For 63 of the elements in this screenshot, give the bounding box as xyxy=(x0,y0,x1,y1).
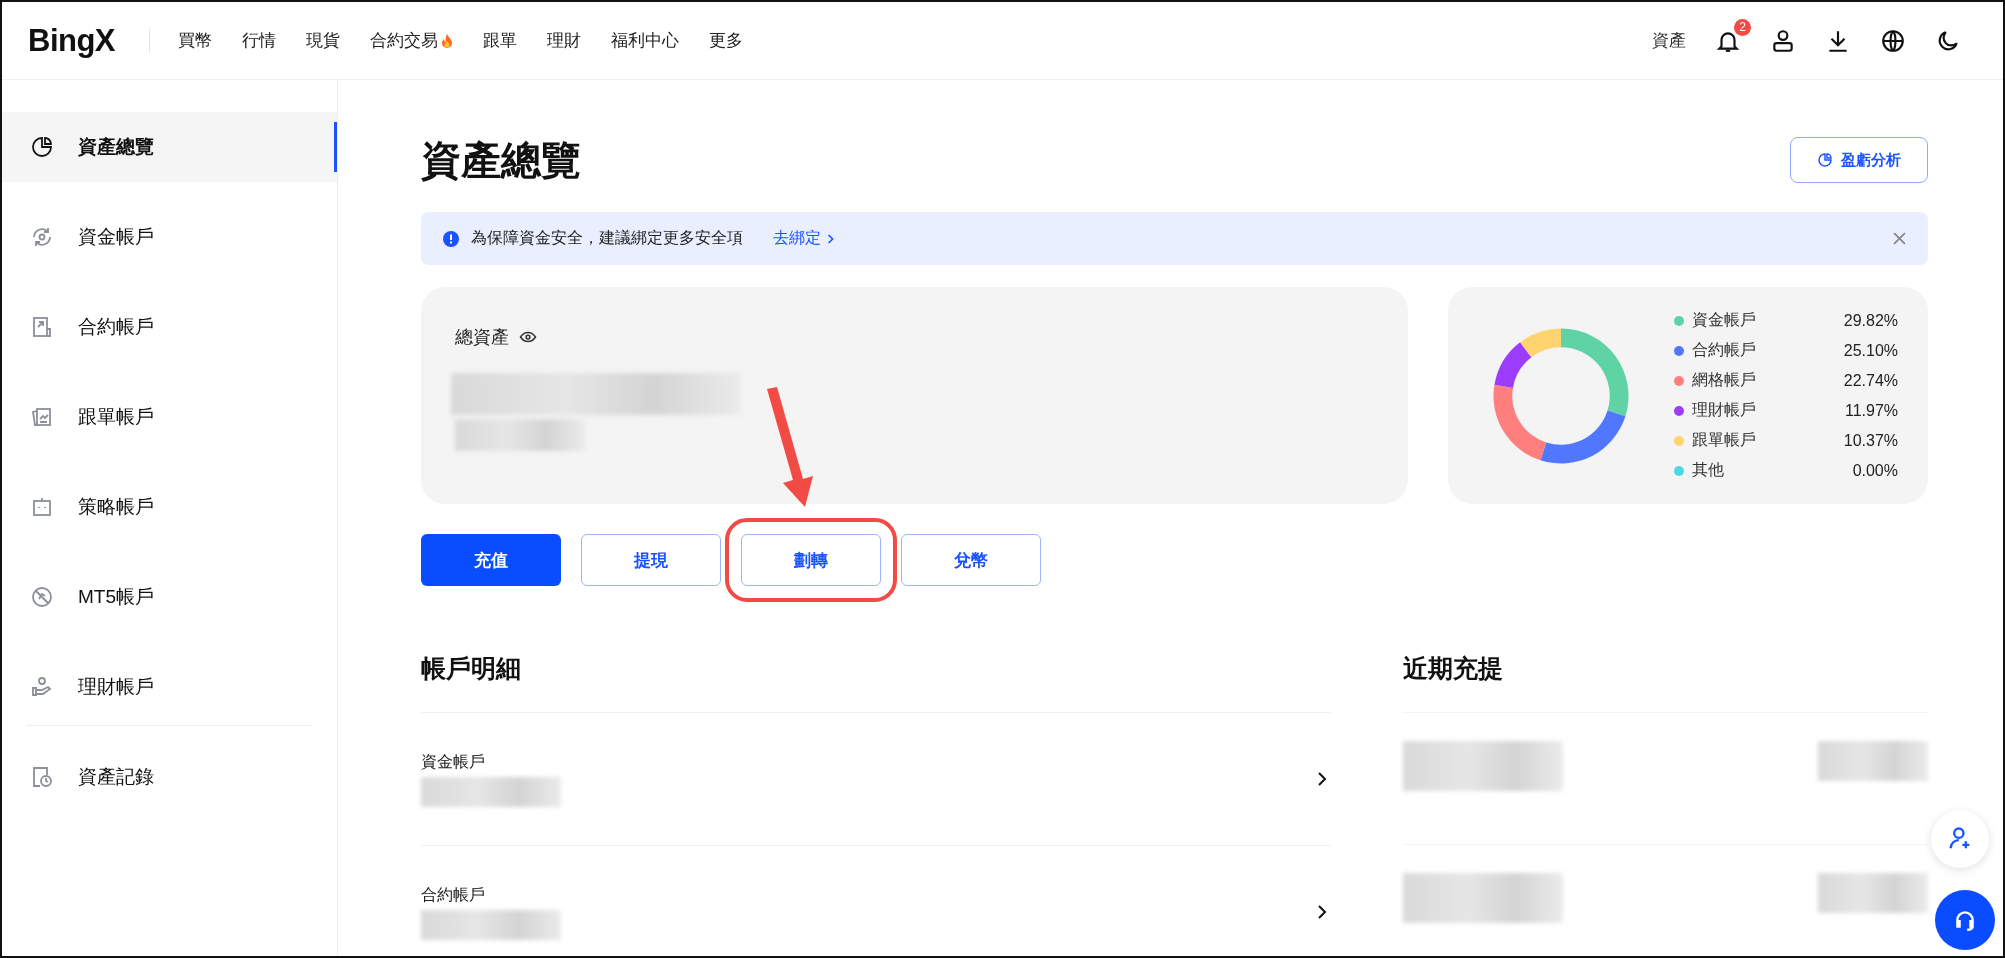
sidebar-item[interactable]: MT5帳戶 xyxy=(2,562,337,632)
sidebar-item[interactable]: 理財帳戶 xyxy=(2,652,337,722)
account-icon xyxy=(30,135,54,159)
sidebar-item[interactable]: 資產總覽 xyxy=(2,112,337,182)
sidebar-item[interactable]: 資產記錄 xyxy=(2,742,337,812)
legend-percent: 25.10% xyxy=(1843,341,1898,360)
profit-analysis-button[interactable]: 盈虧分析 xyxy=(1790,137,1928,183)
nav-link[interactable]: 買幣 xyxy=(178,29,213,52)
close-icon[interactable] xyxy=(1893,232,1906,245)
section-title: 近期充提 xyxy=(1403,653,1504,684)
action-button[interactable]: 提現 xyxy=(581,534,721,586)
assets-link[interactable]: 資產 xyxy=(1652,29,1686,52)
legend-percent: 22.74% xyxy=(1843,371,1898,390)
legend-label: 理財帳戶 xyxy=(1692,400,1756,420)
legend-percent: 0.00% xyxy=(1852,461,1898,480)
total-assets-label: 總資產 xyxy=(455,326,509,349)
flame-icon xyxy=(441,33,454,48)
account-icon xyxy=(30,315,54,339)
legend-label: 資金帳戶 xyxy=(1692,310,1756,330)
bind-link[interactable]: 去綁定 xyxy=(773,228,835,249)
chevron-right-icon xyxy=(1317,904,1327,920)
history-icon xyxy=(30,765,54,789)
legend-percent: 10.37% xyxy=(1843,431,1898,450)
account-icon xyxy=(30,225,54,249)
action-button[interactable]: 充值 xyxy=(421,534,561,586)
user-icon[interactable] xyxy=(1770,27,1796,54)
legend-label: 合約帳戶 xyxy=(1692,340,1756,360)
notification-badge: 2 xyxy=(1734,18,1751,36)
banner-message: 為保障資金安全，建議綁定更多安全項 xyxy=(471,228,743,248)
account-row[interactable]: 資金帳戶 xyxy=(421,712,1331,845)
nav-link[interactable]: 理財 xyxy=(547,29,582,52)
legend-label: 其他 xyxy=(1692,460,1724,480)
nav-link[interactable]: 現貨 xyxy=(306,29,341,52)
account-icon xyxy=(30,495,54,519)
sidebar-item[interactable]: 資金帳戶 xyxy=(2,202,337,272)
section-title: 帳戶明細 xyxy=(421,653,522,684)
action-button[interactable]: 劃轉 xyxy=(741,534,881,586)
account-row[interactable]: 合約帳戶 xyxy=(421,845,1331,956)
referral-button[interactable] xyxy=(1931,810,1989,868)
info-icon xyxy=(443,230,459,247)
pie-chart-icon xyxy=(1817,152,1833,168)
chevron-right-icon xyxy=(1317,771,1327,787)
account-icon xyxy=(30,675,54,699)
nav-link[interactable]: 行情 xyxy=(242,29,277,52)
legend-percent: 29.82% xyxy=(1843,311,1898,330)
nav-link[interactable]: 合約交易 xyxy=(370,29,454,52)
logo[interactable]: BingX xyxy=(28,22,116,59)
action-button[interactable]: 兌幣 xyxy=(901,534,1041,586)
globe-icon[interactable] xyxy=(1880,27,1906,54)
chevron-right-icon xyxy=(827,232,835,245)
page-title: 資產總覽 xyxy=(421,136,581,184)
nav-link[interactable]: 福利中心 xyxy=(611,29,680,52)
legend-percent: 11.97% xyxy=(1844,401,1898,420)
sidebar-item[interactable]: 合約帳戶 xyxy=(2,292,337,362)
account-icon xyxy=(30,405,54,429)
legend-label: 跟單帳戶 xyxy=(1692,430,1756,450)
sidebar-item[interactable]: 策略帳戶 xyxy=(2,472,337,542)
nav-link[interactable]: 更多 xyxy=(709,29,744,52)
nav-link[interactable]: 跟單 xyxy=(483,29,518,52)
support-button[interactable] xyxy=(1935,890,1995,950)
legend-label: 網格帳戶 xyxy=(1692,370,1756,390)
account-icon xyxy=(30,585,54,609)
sidebar-item[interactable]: 跟單帳戶 xyxy=(2,382,337,452)
